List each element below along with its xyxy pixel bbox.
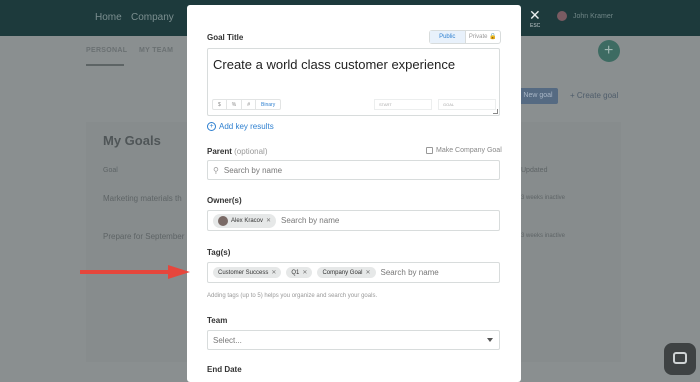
resize-handle-icon[interactable] bbox=[493, 109, 498, 114]
make-company-goal-checkbox[interactable]: Make Company Goal bbox=[426, 147, 502, 154]
tags-hint: Adding tags (up to 5) helps you organize… bbox=[207, 293, 378, 299]
tags-placeholder: Search by name bbox=[380, 268, 439, 277]
create-goal-link[interactable]: + Create goal bbox=[570, 91, 618, 100]
goal-title-field[interactable]: Create a world class customer experience… bbox=[207, 48, 500, 116]
row-status: 3 weeks inactive bbox=[521, 195, 566, 201]
owner-chip[interactable]: Alex Kracov ✕ bbox=[213, 213, 277, 228]
chat-icon bbox=[673, 352, 687, 364]
public-option[interactable]: Public bbox=[430, 31, 465, 43]
parent-label: Parent (optional) bbox=[207, 147, 268, 156]
new-goal-button[interactable]: New goal bbox=[518, 88, 558, 104]
nav-company[interactable]: Company bbox=[131, 12, 174, 23]
tag-chip[interactable]: Q1 ✕ bbox=[286, 267, 313, 278]
pointer-arrow-icon bbox=[80, 265, 190, 279]
unit-binary[interactable]: Binary bbox=[256, 100, 280, 109]
nav-home[interactable]: Home bbox=[95, 12, 122, 23]
unit-selector[interactable]: $ % # Binary bbox=[212, 99, 282, 110]
visibility-toggle[interactable]: Public Private 🔒 bbox=[429, 30, 501, 44]
create-goal-modal: Goal Title Public Private 🔒 Create a wor… bbox=[187, 5, 521, 382]
chevron-down-icon bbox=[487, 338, 493, 342]
goal-title-value[interactable]: Create a world class customer experience bbox=[213, 57, 455, 72]
row-status: 3 weeks inactive bbox=[521, 233, 566, 239]
owner-name: Alex Kracov bbox=[231, 217, 264, 224]
remove-tag-icon[interactable]: ✕ bbox=[302, 269, 307, 276]
search-icon: ⚲ bbox=[213, 165, 219, 175]
avatar bbox=[218, 215, 228, 226]
add-key-results-label: Add key results bbox=[219, 122, 274, 131]
make-company-goal-label: Make Company Goal bbox=[436, 147, 502, 154]
goal-column-header[interactable]: Goal bbox=[103, 167, 118, 174]
page-heading: My Goals bbox=[103, 133, 161, 148]
owners-label: Owner(s) bbox=[207, 196, 242, 205]
add-key-results-link[interactable]: + Add key results bbox=[207, 122, 274, 131]
parent-placeholder: Search by name bbox=[223, 165, 283, 175]
active-tab-indicator bbox=[86, 64, 124, 66]
parent-search-input[interactable]: ⚲ Search by name bbox=[207, 160, 500, 180]
unit-number[interactable]: # bbox=[242, 100, 257, 109]
esc-label: ESC bbox=[530, 23, 541, 29]
tags-input[interactable]: Customer Success ✕ Q1 ✕ Company Goal ✕ S… bbox=[207, 262, 500, 283]
user-name[interactable]: John Kramer bbox=[573, 13, 613, 20]
tags-label: Tag(s) bbox=[207, 248, 231, 257]
remove-tag-icon[interactable]: ✕ bbox=[365, 269, 370, 276]
goal-title-label: Goal Title bbox=[207, 33, 244, 42]
start-value-field[interactable]: START bbox=[374, 99, 432, 110]
goal-value-field[interactable]: GOAL bbox=[438, 99, 496, 110]
tag-label: Company Goal bbox=[322, 269, 363, 276]
updated-column-header: Updated bbox=[521, 167, 548, 174]
background-row[interactable]: Prepare for September bbox=[103, 232, 184, 241]
checkbox-icon[interactable] bbox=[426, 147, 433, 154]
tab-my-team[interactable]: MY TEAM bbox=[139, 47, 173, 54]
background-row[interactable]: Marketing materials th bbox=[103, 194, 182, 203]
unit-dollar[interactable]: $ bbox=[213, 100, 227, 109]
tag-label: Customer Success bbox=[218, 269, 269, 276]
close-icon[interactable]: ✕ bbox=[529, 8, 541, 22]
unit-percent[interactable]: % bbox=[227, 100, 243, 109]
remove-tag-icon[interactable]: ✕ bbox=[271, 269, 276, 276]
plus-circle-icon: + bbox=[207, 122, 216, 131]
private-option[interactable]: Private 🔒 bbox=[464, 31, 501, 43]
parent-label-text: Parent bbox=[207, 147, 232, 156]
tag-chip[interactable]: Company Goal ✕ bbox=[317, 267, 376, 278]
tag-label: Q1 bbox=[291, 269, 300, 276]
user-avatar[interactable] bbox=[557, 11, 567, 21]
team-select[interactable]: Select... bbox=[207, 330, 500, 350]
parent-optional: (optional) bbox=[234, 147, 268, 156]
team-label: Team bbox=[207, 316, 228, 325]
chat-button[interactable] bbox=[664, 343, 696, 375]
add-icon[interactable] bbox=[598, 40, 620, 62]
owners-placeholder: Search by name bbox=[281, 216, 340, 225]
tag-chip[interactable]: Customer Success ✕ bbox=[213, 267, 282, 278]
team-select-value: Select... bbox=[213, 335, 242, 345]
remove-owner-icon[interactable]: ✕ bbox=[266, 217, 271, 224]
end-date-label: End Date bbox=[207, 365, 242, 374]
tab-personal[interactable]: PERSONAL bbox=[86, 47, 127, 54]
owners-input[interactable]: Alex Kracov ✕ Search by name bbox=[207, 210, 500, 231]
